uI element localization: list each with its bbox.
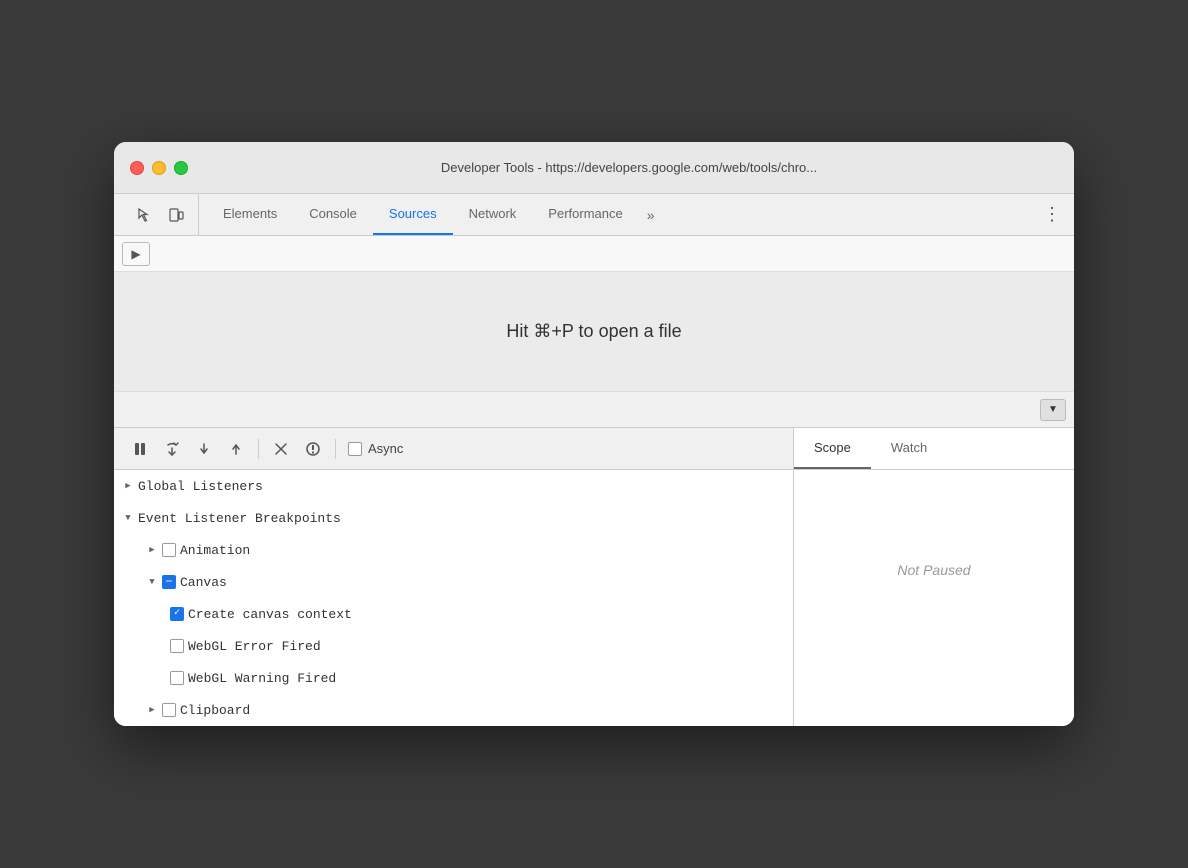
async-text: Async bbox=[368, 441, 403, 456]
global-listeners-item[interactable]: Global Listeners bbox=[114, 470, 793, 502]
clipboard-arrow bbox=[146, 705, 158, 715]
animation-checkbox[interactable] bbox=[162, 543, 176, 557]
panel-toggle-button[interactable]: ▶ bbox=[122, 242, 150, 266]
debug-separator-2 bbox=[335, 439, 336, 459]
device-toolbar-button[interactable] bbox=[162, 201, 190, 229]
toolbar-icons bbox=[122, 194, 199, 235]
clipboard-item[interactable]: Clipboard bbox=[114, 694, 793, 726]
bottom-panel: Async Global Listeners Event Listener Br… bbox=[114, 428, 1074, 726]
scope-tab[interactable]: Scope bbox=[794, 428, 871, 469]
right-panel: Scope Watch Not Paused bbox=[794, 428, 1074, 726]
minimize-button[interactable] bbox=[152, 161, 166, 175]
canvas-label: Canvas bbox=[180, 575, 785, 590]
not-paused-text: Not Paused bbox=[897, 562, 970, 578]
webgl-warning-label: WebGL Warning Fired bbox=[188, 671, 785, 686]
tree-area: Global Listeners Event Listener Breakpoi… bbox=[114, 470, 793, 726]
sources-toolbar: ▶ bbox=[114, 236, 1074, 272]
animation-label: Animation bbox=[180, 543, 785, 558]
tab-overflow-button[interactable]: » bbox=[639, 194, 663, 235]
webgl-error-label: WebGL Error Fired bbox=[188, 639, 785, 654]
webgl-warning-item[interactable]: WebGL Warning Fired bbox=[114, 662, 793, 694]
step-into-button[interactable] bbox=[190, 435, 218, 463]
maximize-button[interactable] bbox=[174, 161, 188, 175]
close-button[interactable] bbox=[130, 161, 144, 175]
hint-text: Hit ⌘+P to open a file bbox=[506, 321, 681, 342]
file-hint-area: Hit ⌘+P to open a file bbox=[114, 272, 1074, 392]
animation-item[interactable]: Animation bbox=[114, 534, 793, 566]
pause-button[interactable] bbox=[126, 435, 154, 463]
left-panel: Async Global Listeners Event Listener Br… bbox=[114, 428, 794, 726]
create-canvas-context-label: Create canvas context bbox=[188, 607, 785, 622]
create-canvas-context-item[interactable]: Create canvas context bbox=[114, 598, 793, 630]
event-listener-label: Event Listener Breakpoints bbox=[138, 511, 785, 526]
title-bar: Developer Tools - https://developers.goo… bbox=[114, 142, 1074, 194]
async-checkbox[interactable] bbox=[348, 442, 362, 456]
deactivate-breakpoints-button[interactable] bbox=[267, 435, 295, 463]
tab-performance[interactable]: Performance bbox=[532, 194, 638, 235]
traffic-lights bbox=[130, 161, 188, 175]
webgl-error-checkbox[interactable] bbox=[170, 639, 184, 653]
clipboard-label: Clipboard bbox=[180, 703, 785, 718]
event-listener-arrow bbox=[122, 513, 134, 523]
scope-watch-tabs: Scope Watch bbox=[794, 428, 1074, 470]
animation-arrow bbox=[146, 545, 158, 555]
canvas-checkbox[interactable] bbox=[162, 575, 176, 589]
webgl-error-item[interactable]: WebGL Error Fired bbox=[114, 630, 793, 662]
dropdown-bar: ▼ bbox=[114, 392, 1074, 428]
async-label-area: Async bbox=[348, 441, 403, 456]
inspect-element-button[interactable] bbox=[130, 201, 158, 229]
step-out-button[interactable] bbox=[222, 435, 250, 463]
tab-menu-button[interactable]: ⋮ bbox=[1038, 201, 1066, 229]
tab-spacer bbox=[663, 194, 1038, 235]
canvas-item[interactable]: Canvas bbox=[114, 566, 793, 598]
pause-exceptions-button[interactable] bbox=[299, 435, 327, 463]
global-listeners-label: Global Listeners bbox=[138, 479, 785, 494]
canvas-arrow bbox=[146, 577, 158, 587]
global-listeners-arrow bbox=[122, 481, 134, 491]
tab-elements[interactable]: Elements bbox=[207, 194, 293, 235]
dropdown-button[interactable]: ▼ bbox=[1040, 399, 1066, 421]
tab-bar: Elements Console Sources Network Perform… bbox=[114, 194, 1074, 236]
step-over-button[interactable] bbox=[158, 435, 186, 463]
event-listener-breakpoints-item[interactable]: Event Listener Breakpoints bbox=[114, 502, 793, 534]
watch-tab[interactable]: Watch bbox=[871, 428, 947, 469]
debugger-toolbar: Async bbox=[114, 428, 793, 470]
tab-console[interactable]: Console bbox=[293, 194, 373, 235]
webgl-warning-checkbox[interactable] bbox=[170, 671, 184, 685]
create-canvas-context-checkbox[interactable] bbox=[170, 607, 184, 621]
tab-network[interactable]: Network bbox=[453, 194, 533, 235]
not-paused-area: Not Paused bbox=[794, 470, 1074, 670]
window-title: Developer Tools - https://developers.goo… bbox=[200, 160, 1058, 175]
clipboard-checkbox[interactable] bbox=[162, 703, 176, 717]
devtools-window: Developer Tools - https://developers.goo… bbox=[114, 142, 1074, 726]
tab-sources[interactable]: Sources bbox=[373, 194, 453, 235]
debug-separator bbox=[258, 439, 259, 459]
